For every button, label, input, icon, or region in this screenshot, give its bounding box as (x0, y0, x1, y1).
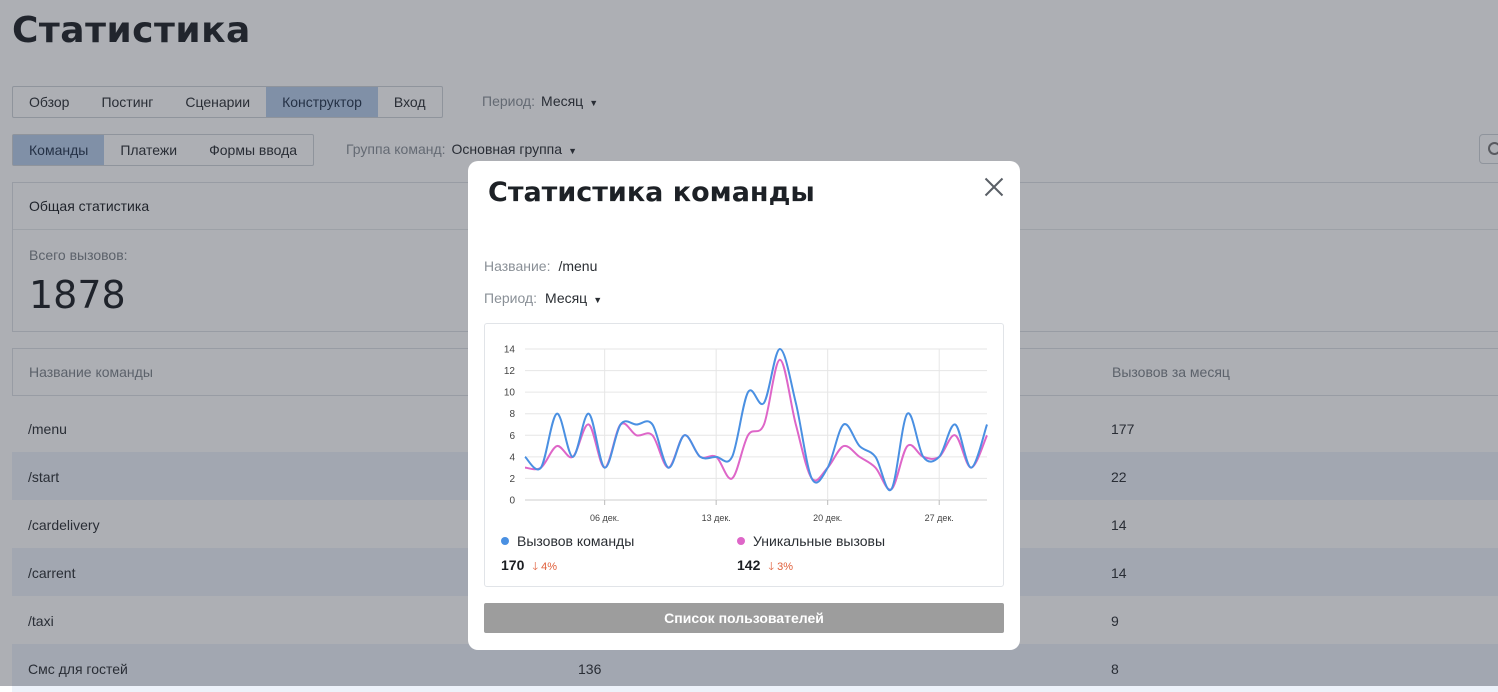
arrow-down-icon: 🡓 (532, 561, 539, 573)
modal-period-label: Период: (484, 290, 537, 306)
unique-delta: 🡓 3% (768, 561, 793, 573)
calls-delta: 🡓 4% (532, 561, 557, 573)
y-tick-label: 6 (509, 431, 515, 442)
series-line-unique (524, 358, 988, 491)
chart-container: 0 2 4 6 8 10 12 14 06 дек. 13 дек. 20 дек. 27 дек. … (484, 323, 1004, 587)
calls-total: 170 🡓 4% (501, 557, 557, 577)
close-icon[interactable] (982, 175, 1006, 199)
modal-period-field: Период: Месяц ▼ (484, 290, 602, 306)
y-tick-label: 2 (509, 474, 515, 485)
calls-delta-value: 4% (541, 561, 558, 573)
unique-delta-value: 3% (777, 561, 794, 573)
calls-total-value: 170 (501, 557, 525, 573)
modal-period-dropdown[interactable]: Месяц (545, 290, 587, 306)
command-stats-modal: Статистика команды Название: /menu Период… (468, 161, 1020, 650)
legend-label-unique: Уникальные вызовы (753, 533, 886, 549)
caret-down-icon[interactable]: ▼ (593, 295, 602, 305)
legend-label-calls: Вызовов команды (517, 533, 635, 549)
y-tick-label: 0 (509, 496, 515, 507)
y-tick-label: 12 (504, 366, 516, 377)
command-name-label: Название: (484, 258, 551, 274)
unique-total: 142 🡓 3% (737, 557, 793, 577)
x-tick-label: 13 дек. (702, 513, 731, 523)
x-tick-label: 27 дек. (925, 513, 954, 523)
legend-dot-calls (501, 537, 509, 545)
x-tick-label: 20 дек. (813, 513, 842, 523)
command-name-field: Название: /menu (484, 258, 597, 274)
legend-item-unique[interactable]: Уникальные вызовы (737, 533, 885, 549)
y-tick-label: 4 (509, 452, 515, 463)
x-tick-label: 06 дек. (590, 513, 619, 523)
legend-dot-unique (737, 537, 745, 545)
command-name-value: /menu (558, 258, 598, 274)
y-tick-label: 10 (504, 388, 516, 399)
arrow-down-icon: 🡓 (768, 561, 775, 573)
y-tick-label: 8 (509, 409, 515, 420)
users-list-button[interactable]: Список пользователей (484, 603, 1004, 633)
y-tick-label: 14 (504, 345, 516, 356)
legend-item-calls[interactable]: Вызовов команды (501, 533, 634, 549)
modal-title: Статистика команды (488, 177, 815, 208)
unique-total-value: 142 (737, 557, 761, 573)
